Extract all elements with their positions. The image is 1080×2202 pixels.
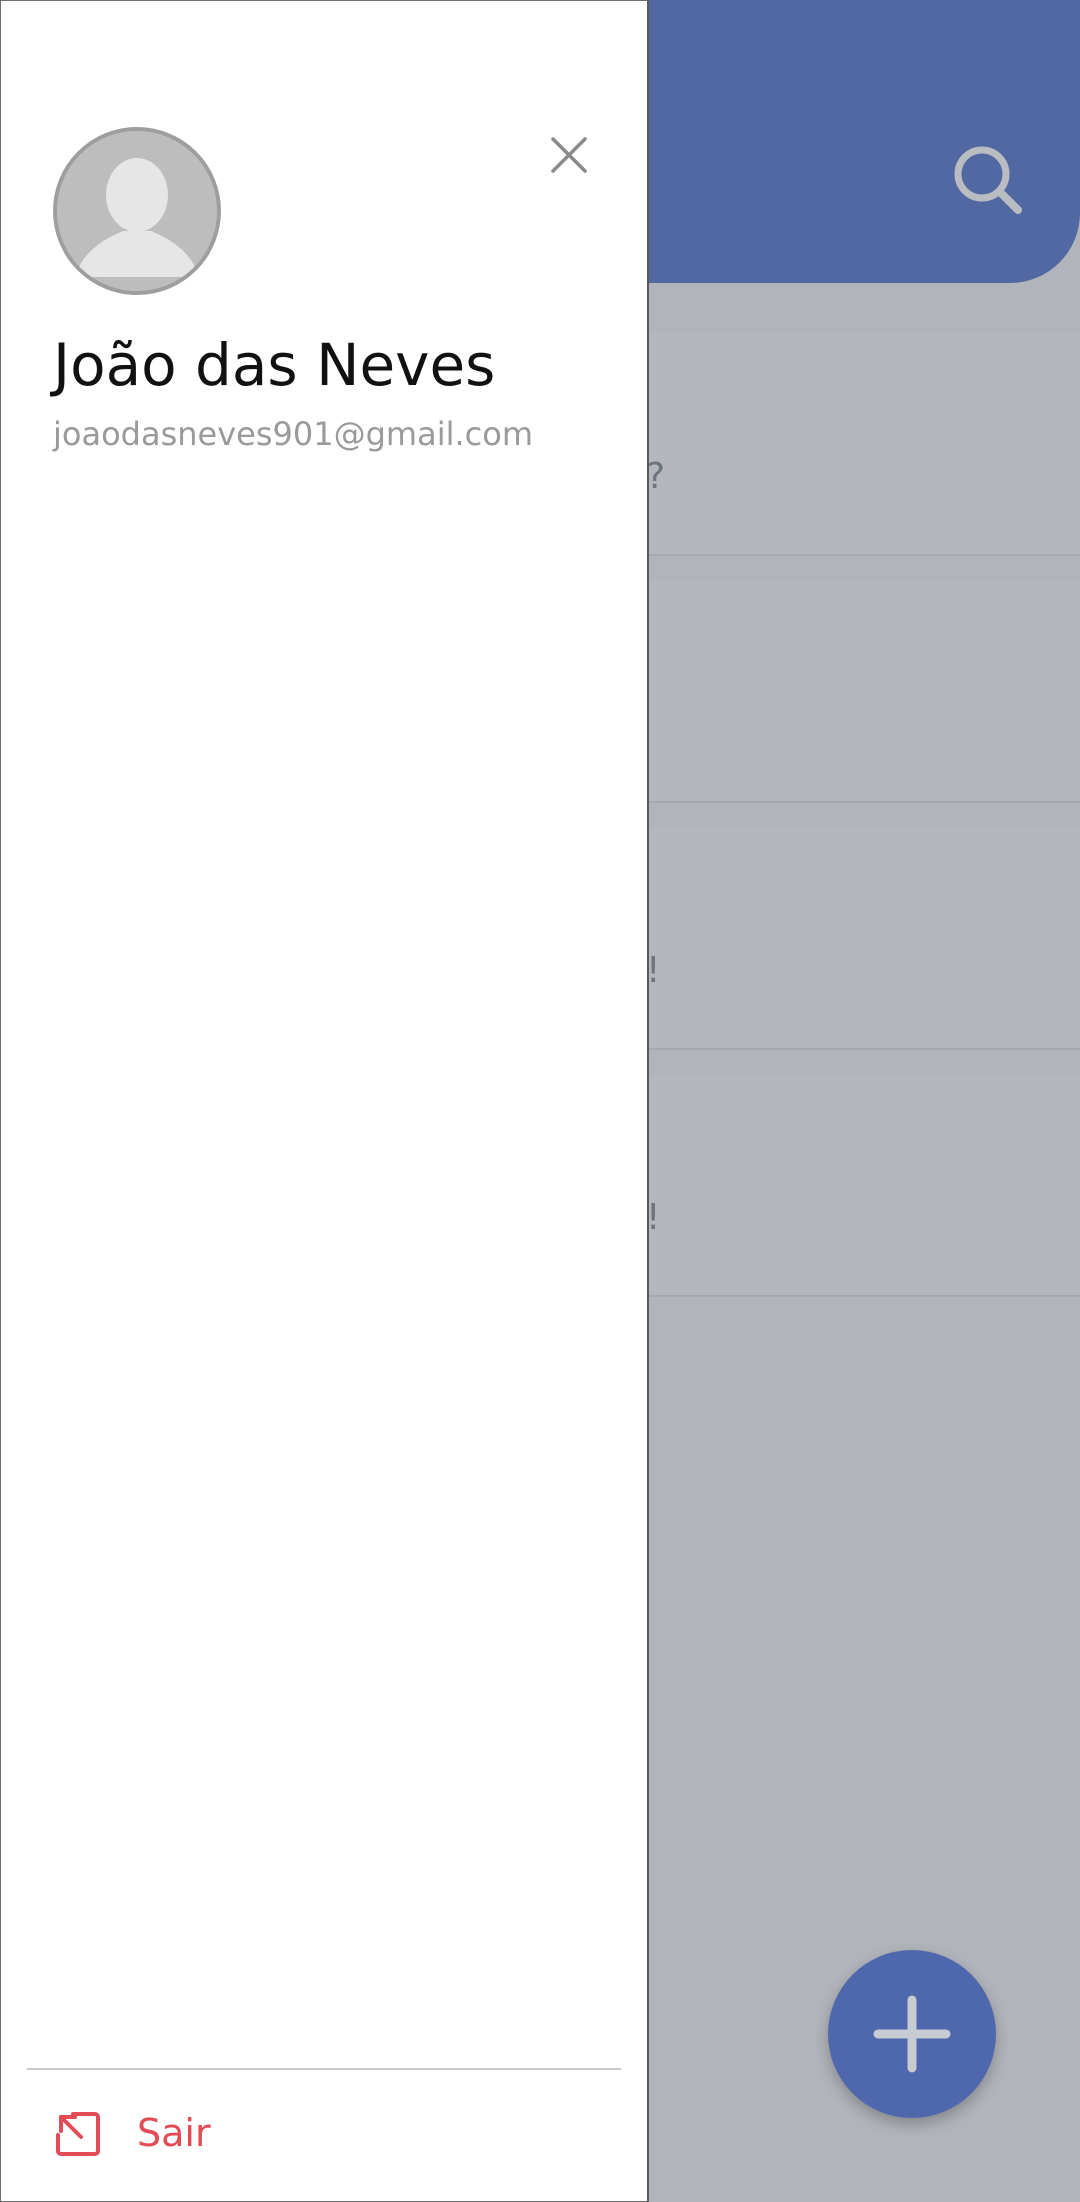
add-button[interactable] (828, 1950, 996, 2118)
logout-label: Sair (137, 2111, 211, 2155)
close-icon[interactable] (545, 131, 593, 179)
plus-icon (873, 1995, 951, 2073)
logout-icon (56, 2112, 100, 2156)
divider (27, 2068, 621, 2070)
navigation-drawer: João das Neves joaodasneves901@gmail.com… (0, 0, 649, 2202)
logout-button[interactable]: Sair (27, 2091, 621, 2181)
user-name: João das Neves (53, 331, 496, 399)
avatar (53, 127, 221, 295)
user-email: joaodasneves901@gmail.com (53, 415, 533, 453)
screen: ? ! ! João das Neves joaodasneves901@gma… (0, 0, 1080, 2202)
default-avatar-icon (57, 131, 217, 291)
